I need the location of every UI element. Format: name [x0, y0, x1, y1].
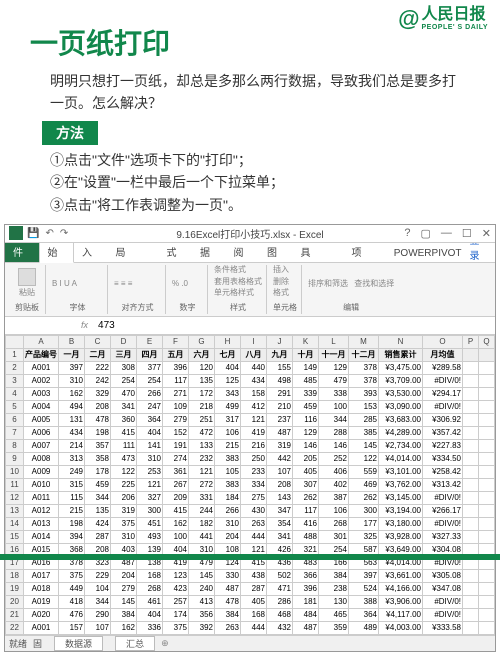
ribbon-tabs: 文件开始插入页面布局公式数据审阅视图开发工具加载项POWERPIVOT登录: [5, 243, 495, 263]
excel-icon: [9, 226, 23, 240]
method-tag: 方法: [42, 121, 98, 145]
undo-icon[interactable]: ↶: [45, 228, 53, 239]
step-1: ①点击"文件"选项卡下的"打印"；: [50, 149, 460, 171]
minimize-icon[interactable]: —: [441, 227, 452, 240]
status-bar: 就绪 固 数据源 汇总 ⊕: [5, 635, 495, 651]
group-styles: 条件格式 套用表格格式 单元格样式 样式: [210, 265, 267, 314]
sort-filter[interactable]: 排序和筛选: [308, 278, 348, 289]
help-icon[interactable]: ?: [404, 227, 410, 240]
format-cells[interactable]: 格式: [273, 288, 289, 298]
group-cells: 插入 删除 格式 单元格: [269, 265, 302, 314]
publisher-logo: @ 人民日报 PEOPLE' S DAILY: [398, 6, 488, 32]
formula-bar: fx 473: [5, 317, 495, 335]
sheet-tab[interactable]: 数据源: [54, 636, 103, 651]
sheet-tab-2[interactable]: 汇总: [115, 636, 155, 651]
steps-list: ①点击"文件"选项卡下的"打印"； ②在"设置"一栏中最后一个下拉菜单； ③点击…: [50, 149, 460, 216]
save-icon[interactable]: 💾: [27, 228, 39, 239]
at-symbol: @: [398, 6, 419, 32]
spreadsheet-grid[interactable]: ABCDEFGHIJKLMNOPQ1产品编号一月二月三月四月五月六月七月八月九月…: [5, 335, 495, 635]
redo-icon[interactable]: ↷: [60, 228, 68, 239]
formula-input[interactable]: 473: [94, 320, 495, 331]
insert-cells[interactable]: 插入: [273, 265, 289, 275]
footer-bar: [0, 554, 500, 560]
group-alignment: ≡ ≡ ≡ 对齐方式: [110, 265, 166, 314]
excel-window: 💾 ↶ ↷ 9.16Excel打印小技巧.xlsx - Excel ? ▢ — …: [4, 224, 496, 652]
maximize-icon[interactable]: ☐: [462, 227, 472, 240]
excel-titlebar: 💾 ↶ ↷ 9.16Excel打印小技巧.xlsx - Excel ? ▢ — …: [5, 225, 495, 243]
ready-label: 就绪: [9, 637, 27, 650]
add-sheet-icon[interactable]: ⊕: [155, 638, 175, 649]
group-clipboard: 粘贴 剪贴板: [9, 265, 46, 314]
ribbon-tab-10[interactable]: POWERPIVOT: [386, 245, 470, 262]
description: 明明只想打一页纸，却总是多那么两行数据，导致我们总是要多打一页。怎么解决？: [50, 70, 460, 115]
cell-styles[interactable]: 单元格样式: [214, 288, 254, 298]
group-font: B I U A 字体: [48, 265, 108, 314]
step-2: ②在"设置"一栏中最后一个下拉菜单；: [50, 171, 460, 193]
close-icon[interactable]: ✕: [482, 227, 491, 240]
conditional-format[interactable]: 条件格式: [214, 265, 246, 275]
step-3: ③点击"将工作表调整为一页"。: [50, 194, 460, 216]
fx-icon[interactable]: fx: [75, 320, 94, 330]
delete-cells[interactable]: 删除: [273, 277, 289, 287]
group-editing: 排序和筛选 查找和选择 编辑: [304, 265, 398, 314]
group-number: % .0 数字: [168, 265, 208, 314]
ribbon: 粘贴 剪贴板 B I U A 字体 ≡ ≡ ≡ 对齐方式 % .0 数字 条件格…: [5, 263, 495, 317]
find-select[interactable]: 查找和选择: [354, 278, 394, 289]
ribbon-toggle-icon[interactable]: ▢: [421, 227, 431, 240]
format-as-table[interactable]: 套用表格格式: [214, 277, 262, 287]
quick-access-toolbar: 💾 ↶ ↷: [27, 228, 68, 239]
paste-button[interactable]: 粘贴: [13, 268, 41, 298]
window-title: 9.16Excel打印小技巧.xlsx - Excel: [176, 226, 323, 241]
